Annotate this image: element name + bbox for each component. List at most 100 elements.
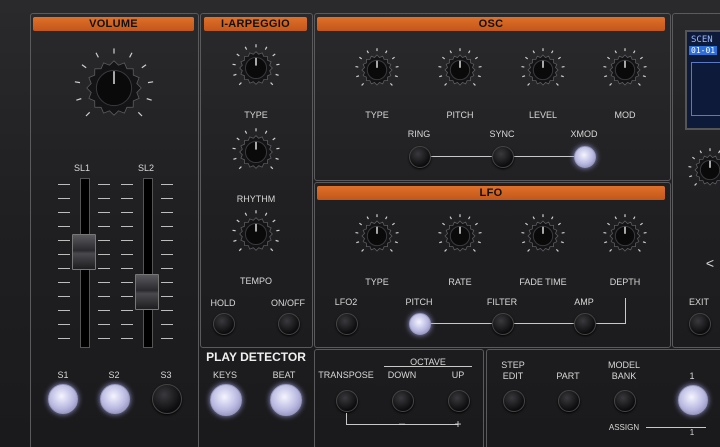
button-s1[interactable]: [48, 384, 78, 414]
lfo-depth-knob[interactable]: [603, 214, 647, 258]
slider-sl2[interactable]: [121, 178, 173, 348]
osc-header: OSC: [317, 17, 665, 31]
osc-type-label: TYPE: [365, 110, 389, 120]
lfo2-button[interactable]: [336, 313, 358, 335]
button-s3-label: S3: [160, 370, 172, 380]
lfo-amp-label: AMP: [574, 297, 594, 307]
xmod-label: XMOD: [570, 129, 598, 139]
arp-rhythm-knob[interactable]: [232, 128, 280, 176]
octave-up-button[interactable]: [448, 390, 470, 412]
osc-mod-label: MOD: [614, 110, 636, 120]
xmod-button[interactable]: [574, 146, 596, 168]
slider-sl2-label: SL2: [137, 163, 155, 173]
model-label: MODEL: [607, 360, 641, 370]
hold-button[interactable]: [213, 313, 235, 335]
octave-bracket-line: [384, 366, 472, 367]
lfo-type-label: TYPE: [365, 277, 389, 287]
exit-button[interactable]: [689, 313, 711, 335]
lfo-pitch-label: PITCH: [405, 297, 433, 307]
arp-tempo-knob[interactable]: [232, 210, 280, 258]
plus-label: +: [454, 417, 462, 431]
slider-sl1-label: SL1: [73, 163, 91, 173]
assign-label: ASSIGN: [608, 423, 640, 432]
lfo-filter-label: FILTER: [486, 297, 518, 307]
osc-pitch-knob[interactable]: [438, 48, 482, 92]
scene-value: 01-01: [689, 46, 718, 55]
edit-label: EDIT: [502, 371, 524, 381]
model-bank-button[interactable]: [614, 390, 636, 412]
lfo-type-knob[interactable]: [355, 214, 399, 258]
sync-button[interactable]: [492, 146, 514, 168]
minus-label: –: [398, 418, 406, 430]
amp-right-line: [595, 323, 625, 324]
lfo-fade-time-label: FADE TIME: [519, 277, 567, 287]
ring-sync-line: [430, 156, 492, 157]
lfo-depth-label: DEPTH: [609, 277, 641, 287]
transpose-label: TRANSPOSE: [318, 370, 374, 380]
ring-button[interactable]: [409, 146, 431, 168]
down-label: DOWN: [387, 370, 417, 380]
transpose-button[interactable]: [336, 390, 358, 412]
lfo-header: LFO: [317, 186, 665, 200]
number-1-button[interactable]: [678, 385, 708, 415]
part-label: PART: [556, 371, 580, 381]
scene-label: SCEN: [691, 35, 713, 45]
slider-sl1-handle[interactable]: [72, 234, 96, 270]
osc-level-label: LEVEL: [528, 110, 558, 120]
play-detector-title: PLAY DETECTOR: [206, 350, 306, 364]
assign-line: [646, 427, 706, 428]
arp-type-label: TYPE: [244, 110, 268, 120]
pitch-filter-line: [430, 323, 492, 324]
arpeggio-header: I-ARPEGGIO: [204, 17, 307, 31]
synth-panel: VOLUME SL1 SL2 S1 S2 S3 I-ARPEGGIO TYPE …: [0, 0, 720, 447]
button-s2[interactable]: [100, 384, 130, 414]
arp-rhythm-label: RHYTHM: [236, 194, 276, 204]
button-s1-label: S1: [57, 370, 69, 380]
scene-display: SCEN 01-01: [685, 30, 720, 130]
ring-label: RING: [407, 129, 431, 139]
volume-header: VOLUME: [33, 17, 194, 31]
lfo-rate-label: RATE: [448, 277, 472, 287]
octave-down-button[interactable]: [392, 390, 414, 412]
arp-tempo-label: TEMPO: [239, 276, 273, 286]
slider-sl2-handle[interactable]: [135, 274, 159, 310]
up-label: UP: [451, 370, 465, 380]
sync-xmod-line: [513, 156, 575, 157]
lfo-filter-button[interactable]: [492, 313, 514, 335]
keys-button[interactable]: [210, 384, 242, 416]
button-s2-label: S2: [108, 370, 120, 380]
osc-pitch-label: PITCH: [446, 110, 474, 120]
beat-label: BEAT: [272, 370, 296, 380]
step-label: STEP: [501, 360, 525, 370]
volume-knob[interactable]: [74, 48, 154, 128]
lfo-rate-knob[interactable]: [438, 214, 482, 258]
depth-drop-line: [625, 298, 626, 324]
sync-label: SYNC: [489, 129, 515, 139]
button-s3[interactable]: [152, 384, 182, 414]
osc-mod-knob[interactable]: [603, 48, 647, 92]
osc-level-knob[interactable]: [521, 48, 565, 92]
slider-sl1[interactable]: [58, 178, 110, 348]
osc-type-knob[interactable]: [355, 48, 399, 92]
octave-left-drop: [346, 413, 347, 425]
lfo2-label: LFO2: [334, 297, 358, 307]
lfo-fade-time-knob[interactable]: [521, 214, 565, 258]
step-edit-button[interactable]: [503, 390, 525, 412]
lfo-pitch-button[interactable]: [409, 313, 431, 335]
sub-number-label: 1: [689, 428, 695, 437]
part-button[interactable]: [558, 390, 580, 412]
left-arrow-icon[interactable]: <: [706, 255, 714, 271]
bank-label: BANK: [611, 371, 637, 381]
filter-amp-line: [513, 323, 575, 324]
lfo-amp-button[interactable]: [574, 313, 596, 335]
exit-label: EXIT: [688, 297, 710, 307]
right-knob[interactable]: [688, 148, 720, 192]
beat-button[interactable]: [270, 384, 302, 416]
arp-type-knob[interactable]: [232, 44, 280, 92]
number-1-label: 1: [689, 371, 695, 381]
onoff-button[interactable]: [278, 313, 300, 335]
scene-graph: [691, 62, 720, 116]
onoff-label: ON/OFF: [271, 298, 305, 308]
hold-label: HOLD: [210, 298, 236, 308]
keys-label: KEYS: [212, 370, 238, 380]
